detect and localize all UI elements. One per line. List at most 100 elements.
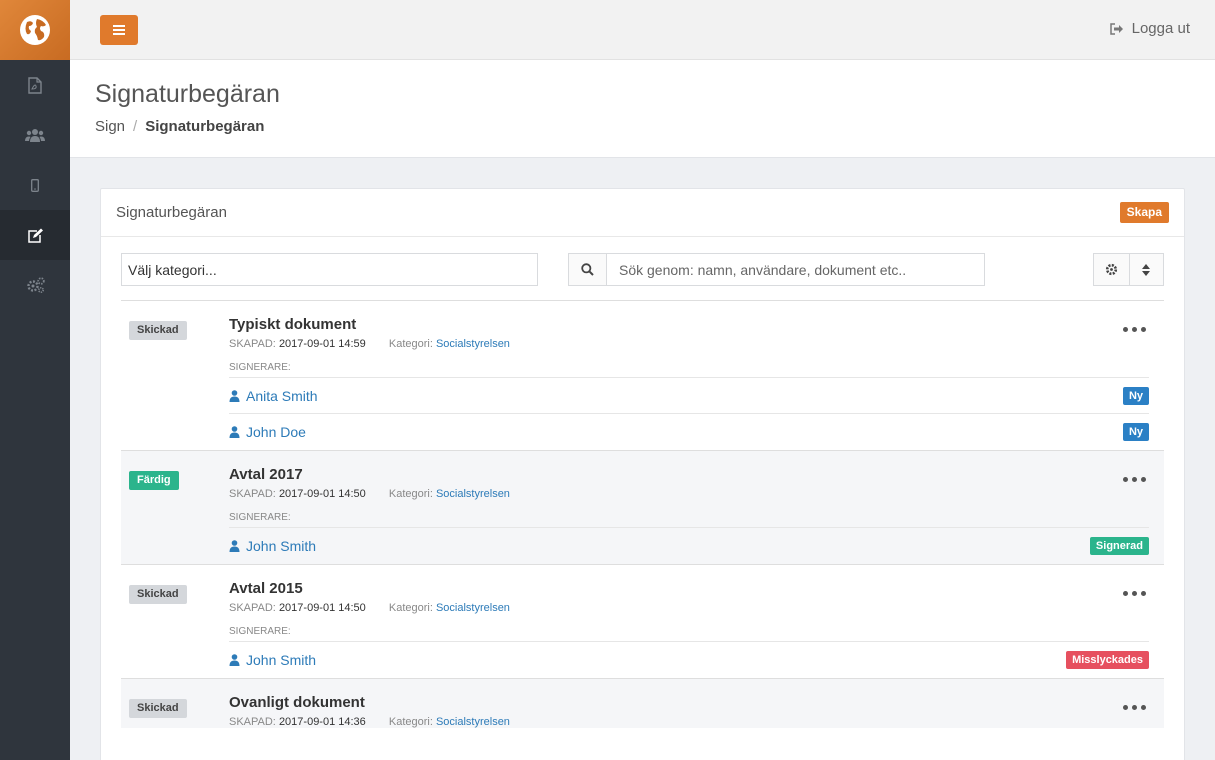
signer-link[interactable]: John Doe <box>229 424 306 440</box>
settings-button[interactable] <box>1094 254 1129 285</box>
created-label: SKAPAD: <box>229 716 276 728</box>
signer-row: John Doe Ny <box>229 414 1149 450</box>
created-date: 2017-09-01 14:59 <box>278 338 366 350</box>
category-select[interactable]: Välj kategori... <box>121 253 538 286</box>
document-title[interactable]: Ovanligt dokument <box>229 694 1149 711</box>
user-icon <box>229 389 240 402</box>
signer-link[interactable]: John Smith <box>229 652 316 668</box>
more-options-button[interactable] <box>1123 705 1146 710</box>
sidebar <box>0 0 70 760</box>
edit-icon <box>27 228 43 243</box>
breadcrumb-separator: / <box>133 118 138 135</box>
more-options-button[interactable] <box>1123 477 1146 482</box>
sidebar-item-documents[interactable] <box>0 60 70 110</box>
search-input[interactable] <box>607 254 984 285</box>
logout-label: Logga ut <box>1131 20 1190 37</box>
breadcrumb-item-sign[interactable]: Sign <box>95 118 125 135</box>
document-meta: SKAPAD: 2017-09-01 14:59 Kategori: Socia… <box>229 338 1149 350</box>
category-label: Kategori: <box>388 716 433 728</box>
sign-out-icon <box>1109 22 1123 35</box>
menu-toggle-button[interactable] <box>100 15 138 45</box>
status-badge: Färdig <box>129 471 179 490</box>
document-meta: SKAPAD: 2017-09-01 14:50 Kategori: Socia… <box>229 488 1149 500</box>
signers-label: SIGNERARE: <box>229 512 1149 528</box>
document-row[interactable]: Skickad Avtal 2015 SKAPAD: 2017-09-01 14… <box>121 564 1164 678</box>
category-label: Kategori: <box>388 602 433 614</box>
signer-row: John Smith Misslyckades <box>229 642 1149 678</box>
topbar: Logga ut <box>70 0 1215 60</box>
globe-icon <box>20 15 50 45</box>
sidebar-item-users[interactable] <box>0 110 70 160</box>
filters-bar: Välj kategori... <box>121 253 1164 287</box>
panel-header: Signaturbegäran Skapa <box>101 189 1184 237</box>
more-options-button[interactable] <box>1123 591 1146 596</box>
list-tools <box>1093 253 1164 286</box>
sort-button[interactable] <box>1128 254 1163 285</box>
breadcrumb-item-current: Signaturbegäran <box>145 118 265 135</box>
created-date: 2017-09-01 14:50 <box>278 488 366 500</box>
sort-icon <box>1142 263 1151 276</box>
pdf-file-icon <box>28 76 42 94</box>
user-icon <box>229 426 240 438</box>
category-link[interactable]: Socialstyrelsen <box>436 602 510 614</box>
panel-title: Signaturbegäran <box>116 204 227 221</box>
signer-name: John Smith <box>246 538 317 554</box>
signature-requests-panel: Signaturbegäran Skapa Välj kategori... S… <box>100 188 1185 760</box>
signer-status-badge: Misslyckades <box>1066 651 1149 669</box>
logout-link[interactable]: Logga ut <box>1109 20 1190 37</box>
more-options-button[interactable] <box>1123 327 1146 332</box>
sidebar-item-signature-requests[interactable] <box>0 210 70 260</box>
document-title[interactable]: Avtal 2015 <box>229 580 1149 597</box>
app-logo[interactable] <box>0 0 70 60</box>
created-label: SKAPAD: <box>229 602 276 614</box>
document-meta: SKAPAD: 2017-09-01 14:50 Kategori: Socia… <box>229 602 1149 614</box>
status-badge: Skickad <box>129 699 187 718</box>
search-button[interactable] <box>569 254 607 285</box>
category-label: Kategori: <box>388 338 433 350</box>
signer-status-badge: Ny <box>1122 386 1149 405</box>
breadcrumb: Sign / Signaturbegäran <box>95 118 264 135</box>
signer-name: John Doe <box>246 424 306 440</box>
document-title[interactable]: Avtal 2017 <box>229 466 1149 483</box>
category-link[interactable]: Socialstyrelsen <box>436 338 510 350</box>
document-meta: SKAPAD: 2017-09-01 14:36 Kategori: Socia… <box>229 716 1149 728</box>
document-list: Skickad Typiskt dokument SKAPAD: 2017-09… <box>121 300 1164 728</box>
created-date: 2017-09-01 14:36 <box>278 716 366 728</box>
signer-row: John Smith Signerad <box>229 528 1149 564</box>
user-icon <box>229 540 240 552</box>
page-title: Signaturbegäran <box>95 80 280 108</box>
page-header: Signaturbegäran Sign / Signaturbegäran <box>70 60 1215 158</box>
signers-label: SIGNERARE: <box>229 626 1149 642</box>
category-link[interactable]: Socialstyrelsen <box>436 488 510 500</box>
signer-link[interactable]: John Smith <box>229 538 316 554</box>
create-button[interactable]: Skapa <box>1119 202 1169 223</box>
signer-link[interactable]: Anita Smith <box>229 388 318 404</box>
document-title[interactable]: Typiskt dokument <box>229 316 1149 333</box>
cogs-icon <box>26 277 45 293</box>
signer-row: Anita Smith Ny <box>229 378 1149 414</box>
signer-name: John Smith <box>246 652 317 668</box>
document-row[interactable]: Skickad Typiskt dokument SKAPAD: 2017-09… <box>121 300 1164 450</box>
category-label: Kategori: <box>388 488 433 500</box>
sidebar-item-settings[interactable] <box>0 260 70 310</box>
document-row[interactable]: Skickad Ovanligt dokument SKAPAD: 2017-0… <box>121 678 1164 728</box>
signer-name: Anita Smith <box>246 387 318 404</box>
signer-status-badge: Signerad <box>1089 537 1149 555</box>
signers-label: SIGNERARE: <box>229 362 1149 378</box>
created-label: SKAPAD: <box>229 488 276 500</box>
users-icon <box>25 129 45 142</box>
document-row[interactable]: Färdig Avtal 2017 SKAPAD: 2017-09-01 14:… <box>121 450 1164 564</box>
created-label: SKAPAD: <box>229 338 276 350</box>
sidebar-item-mobile[interactable] <box>0 160 70 210</box>
status-badge: Skickad <box>129 585 187 604</box>
created-date: 2017-09-01 14:50 <box>278 602 366 614</box>
signer-status-badge: Ny <box>1122 423 1149 441</box>
mobile-phone-icon <box>31 178 39 192</box>
search-group <box>568 253 985 286</box>
category-link[interactable]: Socialstyrelsen <box>436 716 510 728</box>
gear-icon <box>1105 263 1117 276</box>
status-badge: Skickad <box>129 321 187 340</box>
search-icon <box>581 263 594 276</box>
hamburger-icon <box>113 25 125 35</box>
user-icon <box>229 654 240 666</box>
